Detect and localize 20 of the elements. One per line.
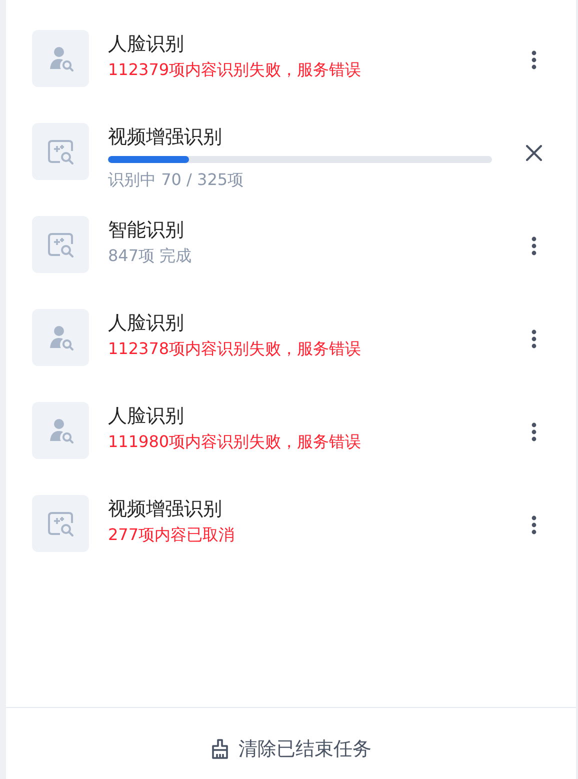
task-status: 识别中 70 / 325项 bbox=[108, 169, 245, 191]
more-icon bbox=[531, 329, 537, 349]
task-status: 111980项内容识别失败，服务错误 bbox=[108, 431, 362, 453]
more-icon bbox=[531, 422, 537, 442]
close-icon bbox=[526, 145, 542, 161]
more-icon bbox=[531, 50, 537, 70]
task-title: 人脸识别 bbox=[108, 32, 185, 57]
clear-finished-button[interactable]: 清除已结束任务 bbox=[204, 732, 378, 766]
task-title: 视频增强识别 bbox=[108, 497, 223, 522]
task-title: 人脸识别 bbox=[108, 404, 185, 429]
task-status: 847项 完成 bbox=[108, 245, 193, 267]
task-title: 智能识别 bbox=[108, 218, 185, 243]
task-status: 112379项内容识别失败，服务错误 bbox=[108, 59, 362, 81]
task-title: 人脸识别 bbox=[108, 311, 185, 336]
task-title: 视频增强识别 bbox=[108, 125, 223, 150]
more-icon bbox=[531, 236, 537, 256]
task-status: 277项内容已取消 bbox=[108, 524, 236, 546]
task-status: 112378项内容识别失败，服务错误 bbox=[108, 338, 362, 360]
more-icon bbox=[531, 515, 537, 535]
brush-icon bbox=[210, 738, 228, 758]
